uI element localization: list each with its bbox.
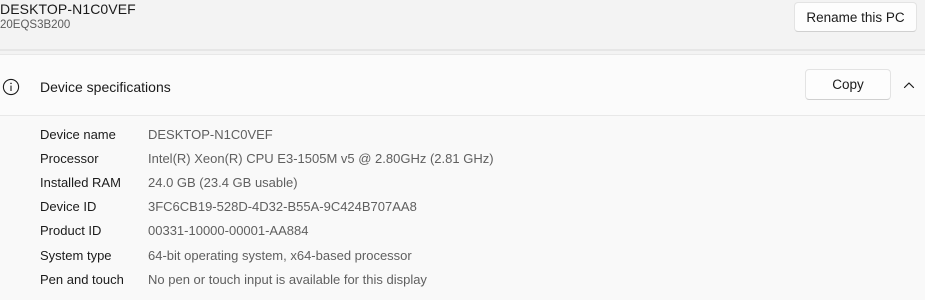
pc-name: DESKTOP-N1C0VEF (0, 1, 136, 17)
copy-button[interactable]: Copy (805, 69, 891, 100)
spec-label: Product ID (40, 223, 102, 238)
spec-value: No pen or touch input is available for t… (148, 272, 427, 287)
section-divider (0, 49, 925, 51)
pc-header: DESKTOP-N1C0VEF 20EQS3B200 Rename this P… (0, 0, 925, 50)
spec-label: Device name (40, 127, 116, 142)
spec-value: DESKTOP-N1C0VEF (148, 127, 273, 142)
spec-row-product-id: Product ID 00331-10000-00001-AA884 (0, 220, 925, 242)
spec-label: Installed RAM (40, 175, 121, 190)
spec-row-installed-ram: Installed RAM 24.0 GB (23.4 GB usable) (0, 172, 925, 194)
chevron-up-icon[interactable] (901, 77, 917, 93)
device-specs-header[interactable]: Device specifications Copy (0, 54, 925, 116)
spec-row-pen-and-touch: Pen and touch No pen or touch input is a… (0, 269, 925, 291)
info-icon (2, 78, 20, 96)
rename-pc-button[interactable]: Rename this PC (794, 2, 917, 32)
spec-label: Pen and touch (40, 272, 124, 287)
device-specs-title: Device specifications (40, 79, 171, 95)
spec-value: 00331-10000-00001-AA884 (148, 223, 309, 238)
device-specs-body: Device name DESKTOP-N1C0VEF Processor In… (0, 116, 925, 300)
spec-label: System type (40, 248, 112, 263)
spec-value: Intel(R) Xeon(R) CPU E3-1505M v5 @ 2.80G… (148, 151, 494, 166)
pc-model: 20EQS3B200 (0, 19, 71, 31)
spec-value: 3FC6CB19-528D-4D32-B55A-9C424B707AA8 (148, 199, 417, 214)
spec-row-device-name: Device name DESKTOP-N1C0VEF (0, 124, 925, 146)
spec-value: 64-bit operating system, x64-based proce… (148, 248, 412, 263)
spec-value: 24.0 GB (23.4 GB usable) (148, 175, 298, 190)
spec-label: Processor (40, 151, 99, 166)
spec-label: Device ID (40, 199, 97, 214)
spec-row-processor: Processor Intel(R) Xeon(R) CPU E3-1505M … (0, 148, 925, 170)
spec-row-device-id: Device ID 3FC6CB19-528D-4D32-B55A-9C424B… (0, 196, 925, 218)
spec-row-system-type: System type 64-bit operating system, x64… (0, 245, 925, 267)
